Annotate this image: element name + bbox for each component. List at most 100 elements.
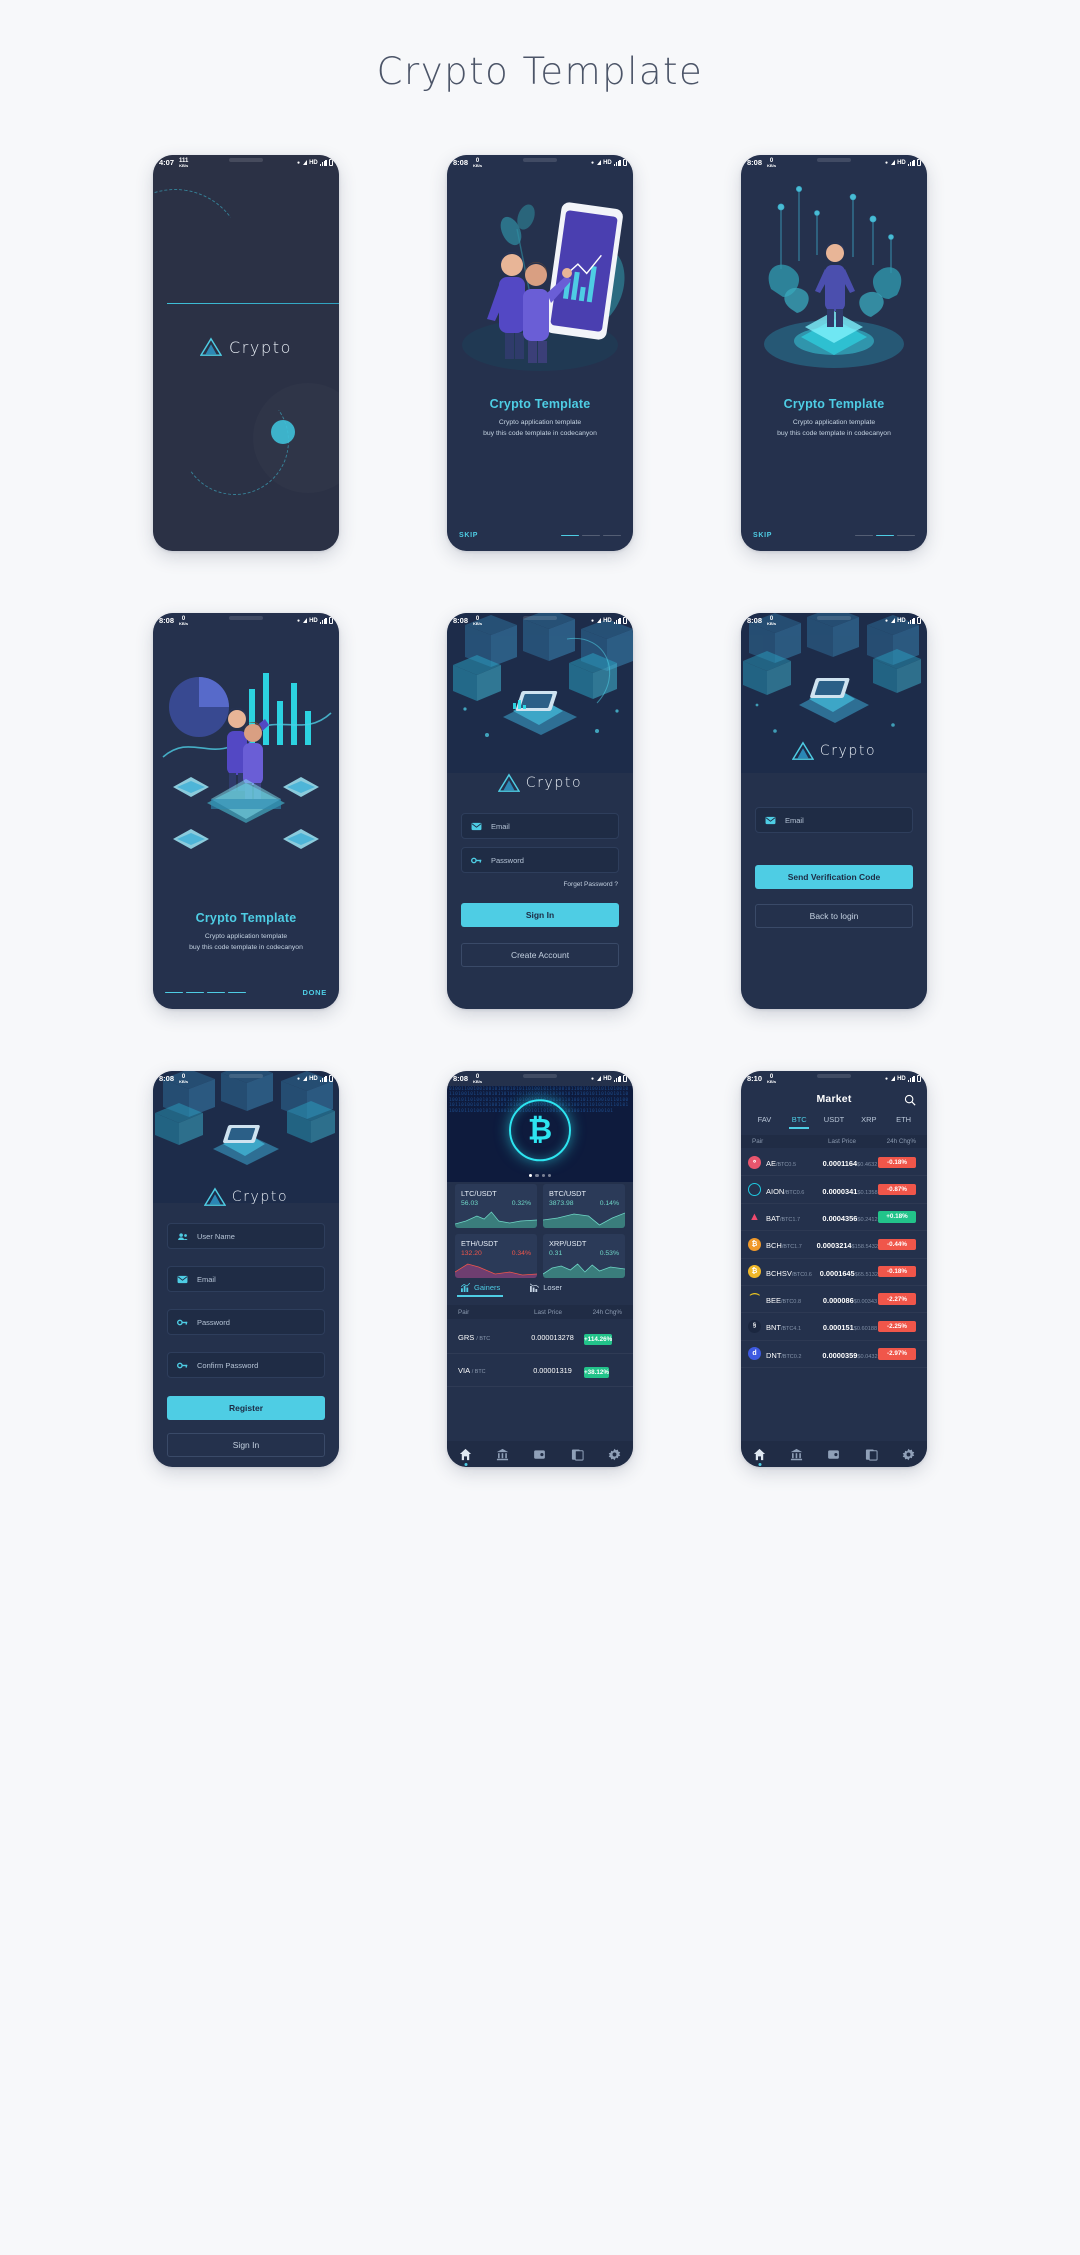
register-button[interactable]: Register: [167, 1396, 325, 1420]
back-to-login-button[interactable]: Back to login: [755, 904, 913, 928]
carousel-indicator[interactable]: [447, 1173, 633, 1177]
username-placeholder: User Name: [197, 1231, 235, 1241]
app-logo: Crypto: [153, 1187, 339, 1207]
status-network: 0 KB/s: [473, 615, 483, 626]
signal-icon: [908, 1075, 915, 1082]
row-volume: 0.8: [793, 1299, 802, 1306]
user-icon: [177, 1231, 188, 1242]
send-verification-code-button[interactable]: Send Verification Code: [755, 865, 913, 889]
nav-wallet-icon[interactable]: [533, 1448, 546, 1461]
status-icons: ● HD: [297, 616, 333, 624]
confirm-password-field[interactable]: Confirm Password: [167, 1352, 325, 1378]
nav-gear-icon[interactable]: [902, 1448, 915, 1461]
nav-home-icon[interactable]: [753, 1448, 766, 1461]
email-field[interactable]: Email: [167, 1266, 325, 1292]
search-icon[interactable]: [904, 1093, 916, 1106]
password-field[interactable]: Password: [461, 847, 619, 873]
table-row[interactable]: d DNT/BTC0.2 0.0000359$0.0432 -2.97%: [741, 1341, 927, 1368]
price-card[interactable]: XRP/USDT 0.31 0.53%: [543, 1234, 625, 1278]
status-time: 8:08: [453, 158, 469, 167]
row-volume: 1.7: [792, 1216, 801, 1223]
coin-icon: ⏜: [749, 1293, 760, 1305]
tab-loser[interactable]: Loser: [530, 1283, 562, 1297]
auth-illustration: [153, 1071, 339, 1203]
table-row[interactable]: ⏜ BEE/BTC0.8 0.000086$0.00343 -2.27%: [741, 1286, 927, 1314]
onboarding-footer: DONE: [153, 988, 339, 997]
status-bar: 8:08 0 KB/s ● HD: [447, 155, 633, 170]
table-row[interactable]: VIA / BTC 0.00001319 +38.12%: [447, 1354, 633, 1387]
app-logo-text: Crypto: [525, 775, 583, 791]
email-field[interactable]: Email: [461, 813, 619, 839]
table-row[interactable]: GRS / BTC 0.000013278 +114.26%: [447, 1321, 633, 1354]
username-field[interactable]: User Name: [167, 1223, 325, 1249]
nav-bank-icon[interactable]: [790, 1448, 803, 1461]
table-row[interactable]: ⚬ AE/BTC0.5 0.0001164$0.4632 -0.18%: [741, 1149, 927, 1177]
wifi-icon: [596, 160, 601, 165]
hd-label: HD: [603, 159, 612, 166]
tab-usdt[interactable]: USDT: [817, 1115, 852, 1129]
nav-ledger-icon[interactable]: [571, 1448, 584, 1461]
skip-button[interactable]: SKIP: [459, 532, 478, 539]
status-bar: 4:07 111 KB/s ● HD: [153, 155, 339, 170]
nav-bank-icon[interactable]: [496, 1448, 509, 1461]
battery-icon: [917, 158, 921, 166]
wifi-icon: [890, 1076, 895, 1081]
sign-in-button[interactable]: Sign In: [461, 903, 619, 927]
tab-eth[interactable]: ETH: [886, 1115, 921, 1129]
price-card[interactable]: ETH/USDT 132.20 0.34%: [455, 1234, 537, 1278]
create-account-button[interactable]: Create Account: [461, 943, 619, 967]
wifi-icon: [890, 618, 895, 623]
tab-btc[interactable]: BTC: [782, 1115, 817, 1129]
row-usd: $0.2412: [857, 1216, 878, 1223]
nav-ledger-icon[interactable]: [865, 1448, 878, 1461]
onboarding-title: Crypto Template: [783, 397, 885, 411]
mail-icon: [177, 1274, 188, 1285]
row-price: 0.000151: [822, 1323, 854, 1333]
price-card[interactable]: BTC/USDT 3873.98 0.14%: [543, 1184, 625, 1228]
row-price: 0.0003214: [816, 1241, 852, 1251]
table-row[interactable]: AION/BTC0.6 0.0000341$0.1358 -0.87%: [741, 1176, 927, 1204]
battery-icon: [623, 616, 627, 624]
phone-onboarding-2: 8:08 0 KB/s ● HD Crypto Template Crypto …: [741, 155, 927, 551]
page-indicator[interactable]: [855, 534, 915, 537]
col-change: 24h Chg%: [886, 1138, 916, 1145]
price-card-price: 132.20: [461, 1250, 482, 1257]
email-field[interactable]: Email: [755, 807, 913, 833]
tab-gainers[interactable]: Gainers: [456, 1283, 504, 1297]
row-usd: $0.1358: [857, 1189, 878, 1196]
table-row[interactable]: § BNT/BTC4.1 0.000151$0.60188 -2.25%: [741, 1313, 927, 1341]
row-base: BAT: [766, 1213, 781, 1223]
row-change-badge: +0.18%: [878, 1211, 916, 1223]
table-row[interactable]: ₿ BCHSV/BTC0.6 0.0001645$65.5132 -0.18%: [741, 1259, 927, 1286]
row-volume: 0.2: [793, 1353, 802, 1360]
sign-in-button[interactable]: Sign In: [167, 1433, 325, 1457]
page-indicator[interactable]: [165, 991, 246, 994]
nav-wallet-icon[interactable]: [827, 1448, 840, 1461]
nav-gear-icon[interactable]: [608, 1448, 621, 1461]
wifi-icon: [302, 160, 307, 165]
status-icons: ● HD: [885, 1074, 921, 1082]
phone-forgot-password: 8:08 0 KB/s ● HD Crypto Email Send Verif…: [741, 613, 927, 1009]
market-header: Market: [741, 1086, 927, 1112]
row-change-badge: -0.18%: [878, 1266, 916, 1278]
table-row[interactable]: ₿ BCH/BTC1.7 0.0003214$158.5432 -0.44%: [741, 1231, 927, 1259]
phone-grid: 4:07 111 KB/s ● HD Crypto 8:08 0 KB/s ● …: [0, 155, 1080, 1467]
tab-xrp[interactable]: XRP: [851, 1115, 886, 1129]
hd-label: HD: [897, 1075, 906, 1082]
forgot-password-link[interactable]: Forget Password ?: [563, 881, 618, 888]
nav-home-icon[interactable]: [459, 1448, 472, 1461]
row-base: AION: [766, 1186, 785, 1196]
row-quote: /BTC: [781, 1244, 795, 1251]
skip-button[interactable]: SKIP: [753, 532, 772, 539]
row-price: 0.0000341: [822, 1186, 858, 1196]
done-button[interactable]: DONE: [303, 988, 327, 997]
tab-fav[interactable]: FAV: [747, 1115, 782, 1129]
battery-icon: [917, 616, 921, 624]
password-field[interactable]: Password: [167, 1309, 325, 1335]
onboarding-subtitle: Crypto application template buy this cod…: [153, 931, 339, 953]
price-card[interactable]: LTC/USDT 56.03 0.32%: [455, 1184, 537, 1228]
table-row[interactable]: ▲ BAT/BTC1.7 0.0004356$0.2412 +0.18%: [741, 1204, 927, 1232]
row-usd: $0.0432: [857, 1353, 878, 1360]
page-indicator[interactable]: [561, 534, 621, 537]
coin-icon: [748, 1183, 761, 1197]
